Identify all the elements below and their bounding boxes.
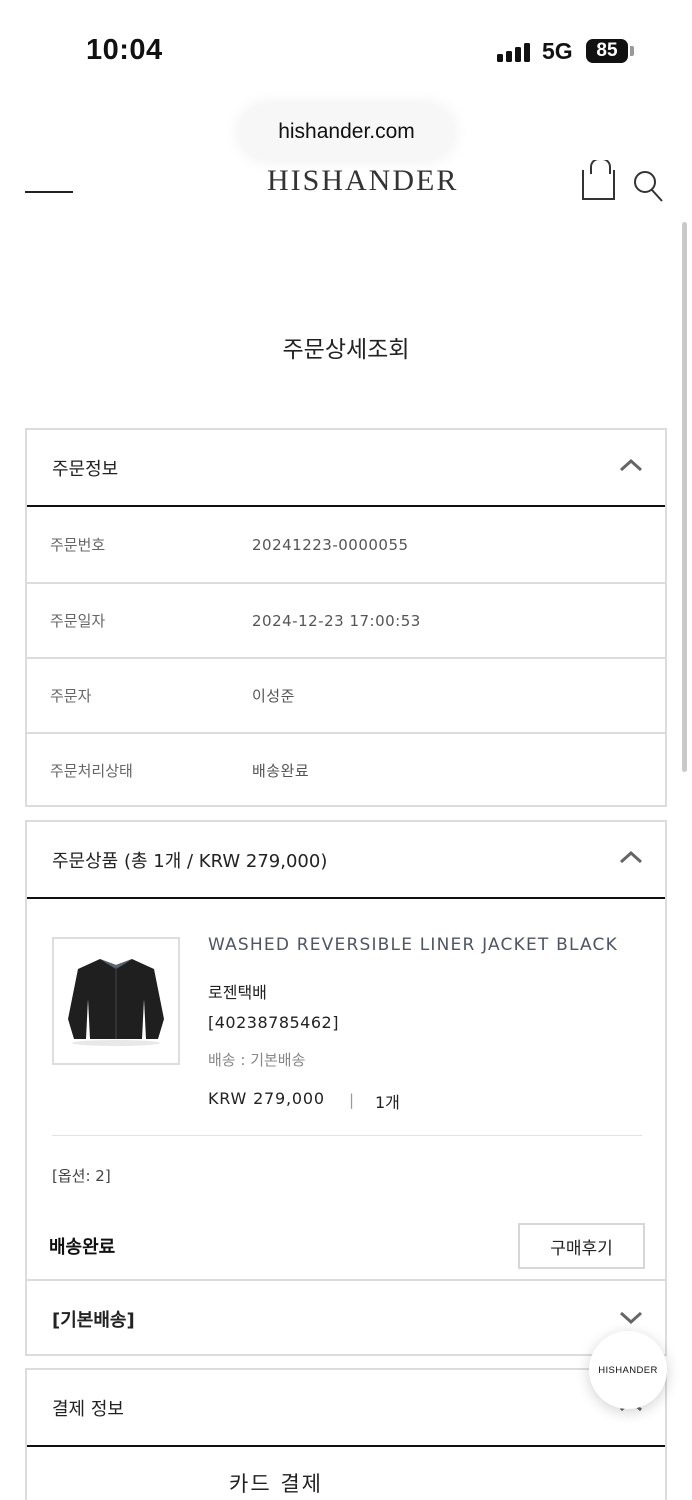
orderer-row: 주문자 이성준	[27, 657, 665, 732]
shopping-bag-icon[interactable]	[582, 160, 615, 200]
product-price: KRW 279,000	[208, 1089, 325, 1108]
order-info-title: 주문정보	[52, 458, 119, 480]
battery-tip	[630, 46, 634, 56]
shipping-title: [기본배송]	[52, 1309, 135, 1331]
order-info-panel: 주문정보 주문번호 20241223-0000055 주문일자 2024-12-…	[25, 428, 667, 807]
order-date-row: 주문일자 2024-12-23 17:00:53	[27, 582, 665, 657]
carrier-name: 로젠택배	[208, 983, 267, 1002]
order-info-rows: 주문번호 20241223-0000055 주문일자 2024-12-23 17…	[27, 507, 665, 807]
order-status-value: 배송완료	[252, 762, 310, 780]
orderer-label: 주문자	[50, 687, 92, 705]
orderer-value: 이성준	[252, 687, 295, 705]
jacket-image	[68, 959, 164, 1046]
network-type: 5G	[542, 38, 573, 64]
order-status-row: 주문처리상태 배송완료	[27, 732, 665, 807]
order-date-value: 2024-12-23 17:00:53	[252, 611, 421, 630]
site-header: HISHANDER	[0, 160, 692, 205]
chevron-up-icon[interactable]	[619, 458, 643, 472]
order-number-row: 주문번호 20241223-0000055	[27, 507, 665, 582]
site-logo[interactable]: HISHANDER	[267, 164, 458, 198]
url-bar[interactable]: hishander.com	[240, 105, 453, 159]
status-bar: 10:04 5G 85	[0, 0, 692, 100]
order-status-label: 주문처리상태	[50, 762, 133, 780]
menu-icon[interactable]	[25, 191, 73, 193]
product-thumbnail[interactable]	[52, 937, 180, 1065]
price-separator: |	[349, 1091, 355, 1109]
payment-panel: 결제 정보	[25, 1368, 667, 1500]
tracking-number[interactable]: [40238785462]	[208, 1013, 339, 1032]
floating-logo-text: HISHANDER	[598, 1364, 658, 1376]
signal-icon	[497, 42, 533, 62]
product-item: WASHED REVERSIBLE LINER JACKET BLACK 로젠택…	[27, 899, 665, 1281]
product-quantity: 1개	[375, 1093, 400, 1112]
order-info-header[interactable]: 주문정보	[27, 430, 665, 505]
product-name[interactable]: WASHED REVERSIBLE LINER JACKET BLACK	[208, 935, 618, 955]
status-time: 10:04	[86, 34, 163, 66]
payment-method: 카드 결제	[229, 1472, 323, 1496]
delivery-status: 배송완료	[49, 1237, 116, 1258]
write-review-button[interactable]: 구매후기	[518, 1223, 645, 1269]
battery-icon: 85	[586, 39, 628, 63]
payment-header[interactable]: 결제 정보	[27, 1370, 665, 1445]
order-items-title: 주문상품 (총 1개 / KRW 279,000)	[52, 850, 328, 872]
shipping-type: 배송 : 기본배송	[208, 1051, 306, 1069]
search-icon[interactable]	[633, 170, 663, 202]
order-number-value: 20241223-0000055	[252, 535, 409, 554]
shipping-panel: [기본배송]	[25, 1279, 667, 1356]
product-divider	[52, 1135, 642, 1136]
order-number-label: 주문번호	[50, 536, 106, 554]
url-text: hishander.com	[278, 120, 415, 143]
scrollbar[interactable]	[682, 222, 687, 772]
order-items-panel: 주문상품 (총 1개 / KRW 279,000) WASHED REVERSI…	[25, 820, 667, 1281]
chevron-up-icon[interactable]	[619, 850, 643, 864]
order-items-header[interactable]: 주문상품 (총 1개 / KRW 279,000)	[27, 822, 665, 897]
chevron-down-icon[interactable]	[619, 1311, 643, 1325]
shipping-header[interactable]: [기본배송]	[27, 1281, 665, 1356]
page-title: 주문상세조회	[282, 337, 410, 363]
product-option: [옵션: 2]	[52, 1167, 111, 1185]
header-divider	[27, 1445, 665, 1447]
payment-title: 결제 정보	[52, 1398, 124, 1420]
floating-home-button[interactable]: HISHANDER	[589, 1331, 667, 1409]
order-date-label: 주문일자	[50, 612, 106, 630]
